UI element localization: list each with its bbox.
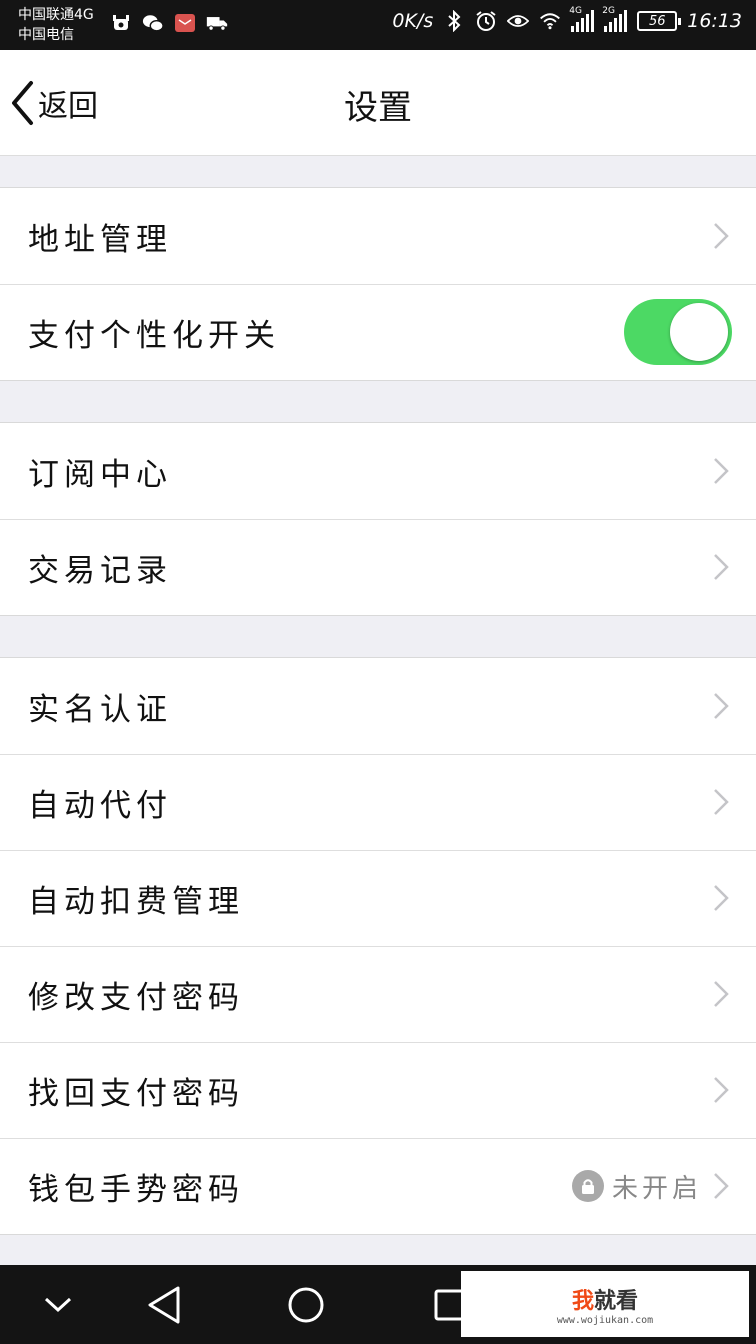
settings-group-1: 地址管理 支付个性化开关: [0, 187, 756, 381]
status-right: 0K/s 4G 2G 56 16:13: [392, 6, 742, 32]
settings-group-2: 订阅中心 交易记录: [0, 422, 756, 616]
row-label: 地址管理: [28, 221, 172, 258]
chevron-down-icon: [44, 1297, 72, 1313]
row-auto-pay-for-others[interactable]: 自动代付: [0, 754, 756, 850]
row-payment-personalization: 支付个性化开关: [0, 284, 756, 380]
carrier-2: 中国电信: [18, 27, 74, 43]
status-bar: 中国联通4G 中国电信 0K/s 4G 2G 56 16:13: [0, 0, 756, 50]
alarm-icon: [475, 10, 497, 32]
battery-icon: 56: [637, 11, 682, 31]
notification-icons: [110, 12, 228, 34]
lock-icon: [571, 1170, 604, 1202]
row-label: 修改支付密码: [28, 979, 244, 1016]
row-label: 订阅中心: [28, 456, 172, 493]
chevron-right-icon: [714, 458, 729, 484]
chevron-right-icon: [714, 223, 729, 249]
row-label: 实名认证: [28, 691, 172, 728]
clock: 16:13: [687, 10, 742, 32]
notification-shade-button[interactable]: [36, 1283, 80, 1327]
mail-icon: [174, 12, 196, 34]
signal-1-label: 4G: [569, 6, 582, 16]
personalization-toggle[interactable]: [624, 299, 732, 365]
chevron-right-icon: [714, 1173, 729, 1199]
row-label: 交易记录: [28, 552, 172, 589]
chevron-right-icon: [714, 1077, 729, 1103]
row-transaction-history[interactable]: 交易记录: [0, 519, 756, 615]
battery-level: 56: [648, 13, 666, 29]
signal-icon-1: 4G: [569, 6, 595, 32]
circle-home-icon: [288, 1287, 324, 1323]
row-subscription-center[interactable]: 订阅中心: [0, 423, 756, 519]
delivery-truck-icon: [206, 12, 228, 34]
row-change-payment-password[interactable]: 修改支付密码: [0, 946, 756, 1042]
row-label: 钱包手势密码: [28, 1171, 244, 1208]
robot-icon: [110, 12, 132, 34]
row-recover-payment-password[interactable]: 找回支付密码: [0, 1042, 756, 1138]
bluetooth-icon: [443, 10, 465, 32]
triangle-back-icon: [148, 1286, 180, 1324]
watermark-url: www.wojiukan.com: [556, 1314, 654, 1326]
navigation-bar: 返回 设置: [0, 50, 756, 156]
system-back-button[interactable]: [142, 1283, 186, 1327]
chevron-right-icon: [714, 885, 729, 911]
signal-icon-2: 2G: [602, 6, 628, 32]
row-address-management[interactable]: 地址管理: [0, 188, 756, 284]
carrier-info: 中国联通4G 中国电信: [18, 5, 94, 45]
gesture-status: 未开启: [571, 1168, 702, 1205]
wechat-icon: [142, 12, 164, 34]
row-label: 自动扣费管理: [28, 883, 244, 920]
network-speed: 0K/s: [392, 10, 434, 32]
row-auto-deduction-management[interactable]: 自动扣费管理: [0, 850, 756, 946]
row-wallet-gesture-password[interactable]: 钱包手势密码 未开启: [0, 1138, 756, 1234]
signal-2-label: 2G: [602, 6, 615, 16]
gesture-status-text: 未开启: [611, 1173, 702, 1204]
watermark-brand-accent: 我: [571, 1288, 594, 1314]
settings-group-3: 实名认证 自动代付 自动扣费管理 修改支付密码 找回支付密码 钱包手势密码 未开…: [0, 657, 756, 1235]
page-title: 设置: [344, 88, 412, 128]
row-label: 支付个性化开关: [28, 317, 280, 354]
chevron-right-icon: [714, 554, 729, 580]
carrier-1: 中国联通4G: [18, 7, 94, 23]
toggle-knob: [670, 303, 728, 361]
eye-icon: [507, 10, 530, 32]
wifi-icon: [539, 10, 561, 32]
row-label: 找回支付密码: [28, 1075, 244, 1112]
row-label: 自动代付: [28, 787, 172, 824]
watermark: 我就看 www.wojiukan.com: [461, 1271, 749, 1337]
chevron-right-icon: [714, 789, 729, 815]
watermark-brand-rest: 就看: [594, 1288, 639, 1314]
watermark-brand: 我就看: [572, 1283, 638, 1315]
row-real-name-verification[interactable]: 实名认证: [0, 658, 756, 754]
chevron-right-icon: [714, 693, 729, 719]
chevron-right-icon: [714, 981, 729, 1007]
system-home-button[interactable]: [284, 1283, 328, 1327]
